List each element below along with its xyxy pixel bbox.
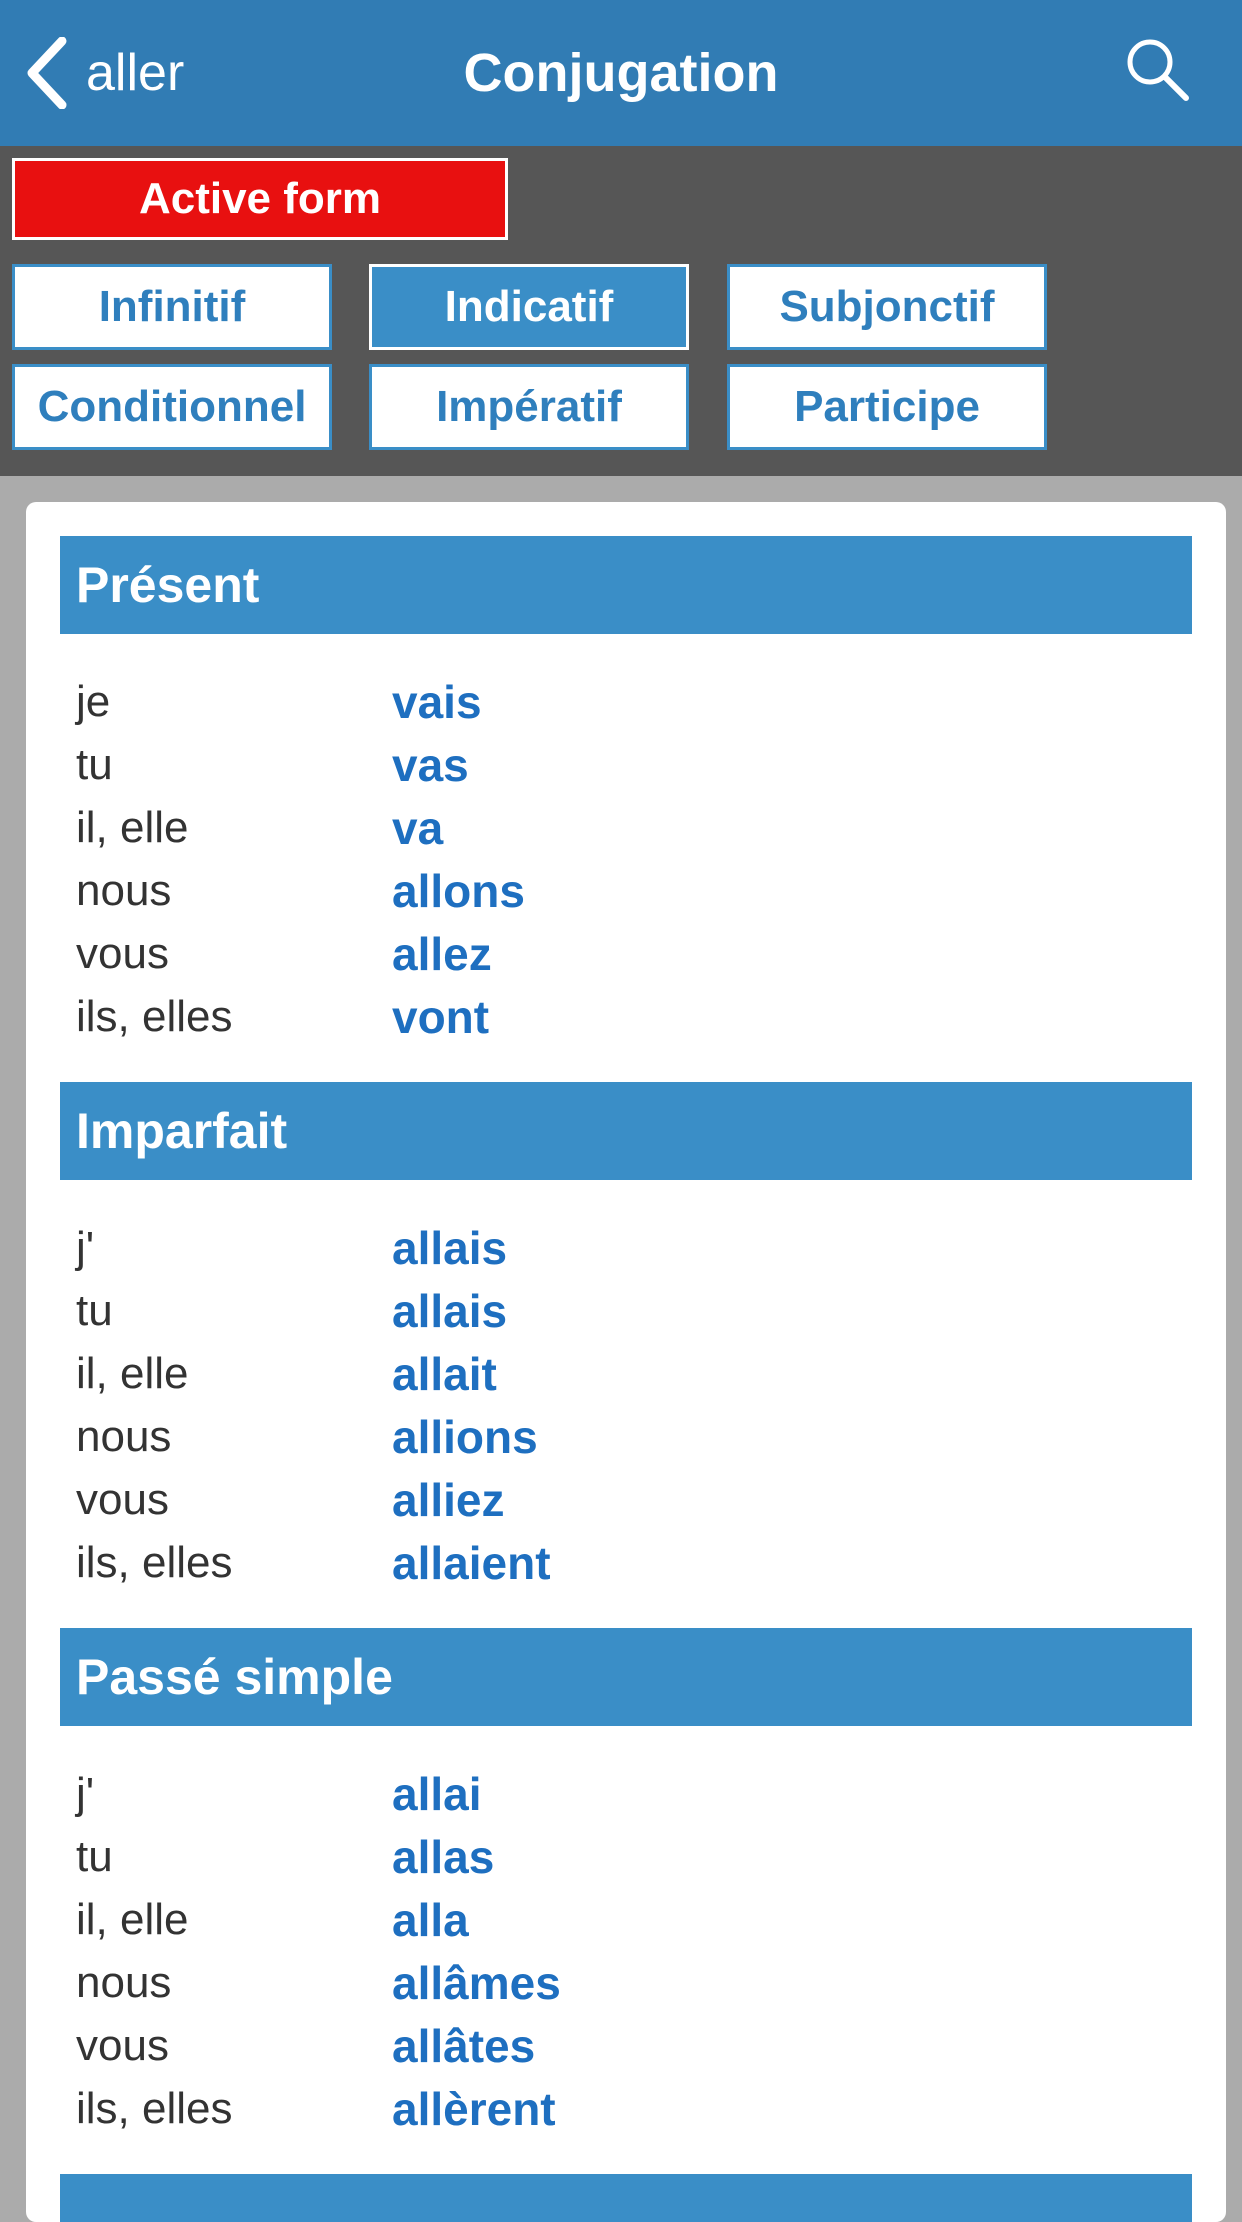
- conjugation-row: tu allas: [60, 1825, 1192, 1888]
- pronoun: vous: [76, 2020, 169, 2070]
- conjugation-row: je vais: [60, 670, 1192, 733]
- tense-section-next: [60, 2174, 1192, 2222]
- verb-form: vais: [392, 675, 482, 728]
- conjugation-row: ils, elles vont: [60, 985, 1192, 1048]
- pronoun: vous: [76, 1474, 169, 1524]
- verb-form: allons: [392, 864, 525, 917]
- chevron-left-icon: [27, 37, 67, 109]
- search-icon: [1127, 39, 1189, 101]
- pronoun: tu: [76, 739, 113, 789]
- verb-form: allas: [392, 1830, 495, 1883]
- verb-form: vas: [392, 738, 469, 791]
- pronoun: il, elle: [76, 1894, 189, 1944]
- pronoun: nous: [76, 1411, 172, 1461]
- pronoun: ils, elles: [76, 1537, 233, 1587]
- mode-indicatif-button[interactable]: Indicatif: [369, 264, 689, 350]
- conjugation-row: vous allâtes: [60, 2014, 1192, 2077]
- verb-form: allais: [392, 1221, 508, 1274]
- conjugation-row: nous allâmes: [60, 1951, 1192, 2014]
- verb-form: allions: [392, 1410, 538, 1463]
- conjugation-row: vous allez: [60, 922, 1192, 985]
- conjugation-card: Présent je vais tu vas il, elle va nous allo…: [26, 502, 1226, 2222]
- conjugation-row: j' allai: [60, 1762, 1192, 1825]
- mode-conditionnel-button[interactable]: Conditionnel: [12, 364, 332, 450]
- verb-form: alla: [392, 1893, 469, 1946]
- conjugation-row: il, elle alla: [60, 1888, 1192, 1951]
- pronoun: nous: [76, 865, 172, 915]
- pronoun: vous: [76, 928, 169, 978]
- conjugation-row: il, elle va: [60, 796, 1192, 859]
- tense-section-passe-simple: Passé simple j' allai tu allas il, elle all…: [60, 1628, 1192, 2140]
- active-form-button[interactable]: Active form: [12, 158, 508, 240]
- back-label: aller: [86, 44, 185, 102]
- verb-form: allèrent: [392, 2082, 556, 2135]
- tense-header: Présent: [60, 536, 1192, 634]
- pronoun: ils, elles: [76, 2083, 233, 2133]
- conjugation-row: j' allais: [60, 1216, 1192, 1279]
- pronoun: nous: [76, 1957, 172, 2007]
- verb-form: allez: [392, 927, 492, 980]
- pronoun: tu: [76, 1285, 113, 1335]
- verb-form: allâtes: [392, 2019, 536, 2072]
- mode-participe-button[interactable]: Participe: [727, 364, 1047, 450]
- pronoun: il, elle: [76, 802, 189, 852]
- verb-form: allaient: [392, 1536, 551, 1589]
- tense-section-imparfait: Imparfait j' allais tu allais il, elle alla…: [60, 1082, 1192, 1594]
- pronoun: il, elle: [76, 1348, 189, 1398]
- conjugation-row: vous alliez: [60, 1468, 1192, 1531]
- back-button[interactable]: aller: [24, 30, 184, 116]
- navigation-bar: aller Conjugation: [0, 0, 1242, 146]
- pronoun: ils, elles: [76, 991, 233, 1041]
- conjugation-row: tu vas: [60, 733, 1192, 796]
- verb-form: vont: [392, 990, 490, 1043]
- conjugation-row: tu allais: [60, 1279, 1192, 1342]
- conjugation-row: nous allions: [60, 1405, 1192, 1468]
- conjugation-row: il, elle allait: [60, 1342, 1192, 1405]
- verb-form: allait: [392, 1347, 497, 1400]
- page-title: Conjugation: [463, 43, 779, 103]
- verb-form: allâmes: [392, 1956, 561, 2009]
- mode-subjonctif-button[interactable]: Subjonctif: [727, 264, 1047, 350]
- conjugation-row: ils, elles allèrent: [60, 2077, 1192, 2140]
- tense-header: Passé simple: [60, 1628, 1192, 1726]
- verb-form: allai: [392, 1767, 482, 1820]
- mode-infinitif-button[interactable]: Infinitif: [12, 264, 332, 350]
- verb-form: allais: [392, 1284, 508, 1337]
- tense-header: [60, 2174, 1192, 2222]
- pronoun: j': [76, 1222, 95, 1272]
- pronoun: je: [76, 676, 111, 726]
- conjugation-row: nous allons: [60, 859, 1192, 922]
- conjugation-row: ils, elles allaient: [60, 1531, 1192, 1594]
- pronoun: j': [76, 1768, 95, 1818]
- tense-header: Imparfait: [60, 1082, 1192, 1180]
- search-button[interactable]: [1122, 34, 1194, 111]
- pronoun: tu: [76, 1831, 113, 1881]
- form-selector-panel: Active form Infinitif Indicatif Subjonct…: [0, 146, 1242, 476]
- mode-imperatif-button[interactable]: Impératif: [369, 364, 689, 450]
- verb-form: alliez: [392, 1473, 505, 1526]
- tense-section-present: Présent je vais tu vas il, elle va nous allo…: [60, 536, 1192, 1048]
- verb-form: va: [392, 801, 444, 854]
